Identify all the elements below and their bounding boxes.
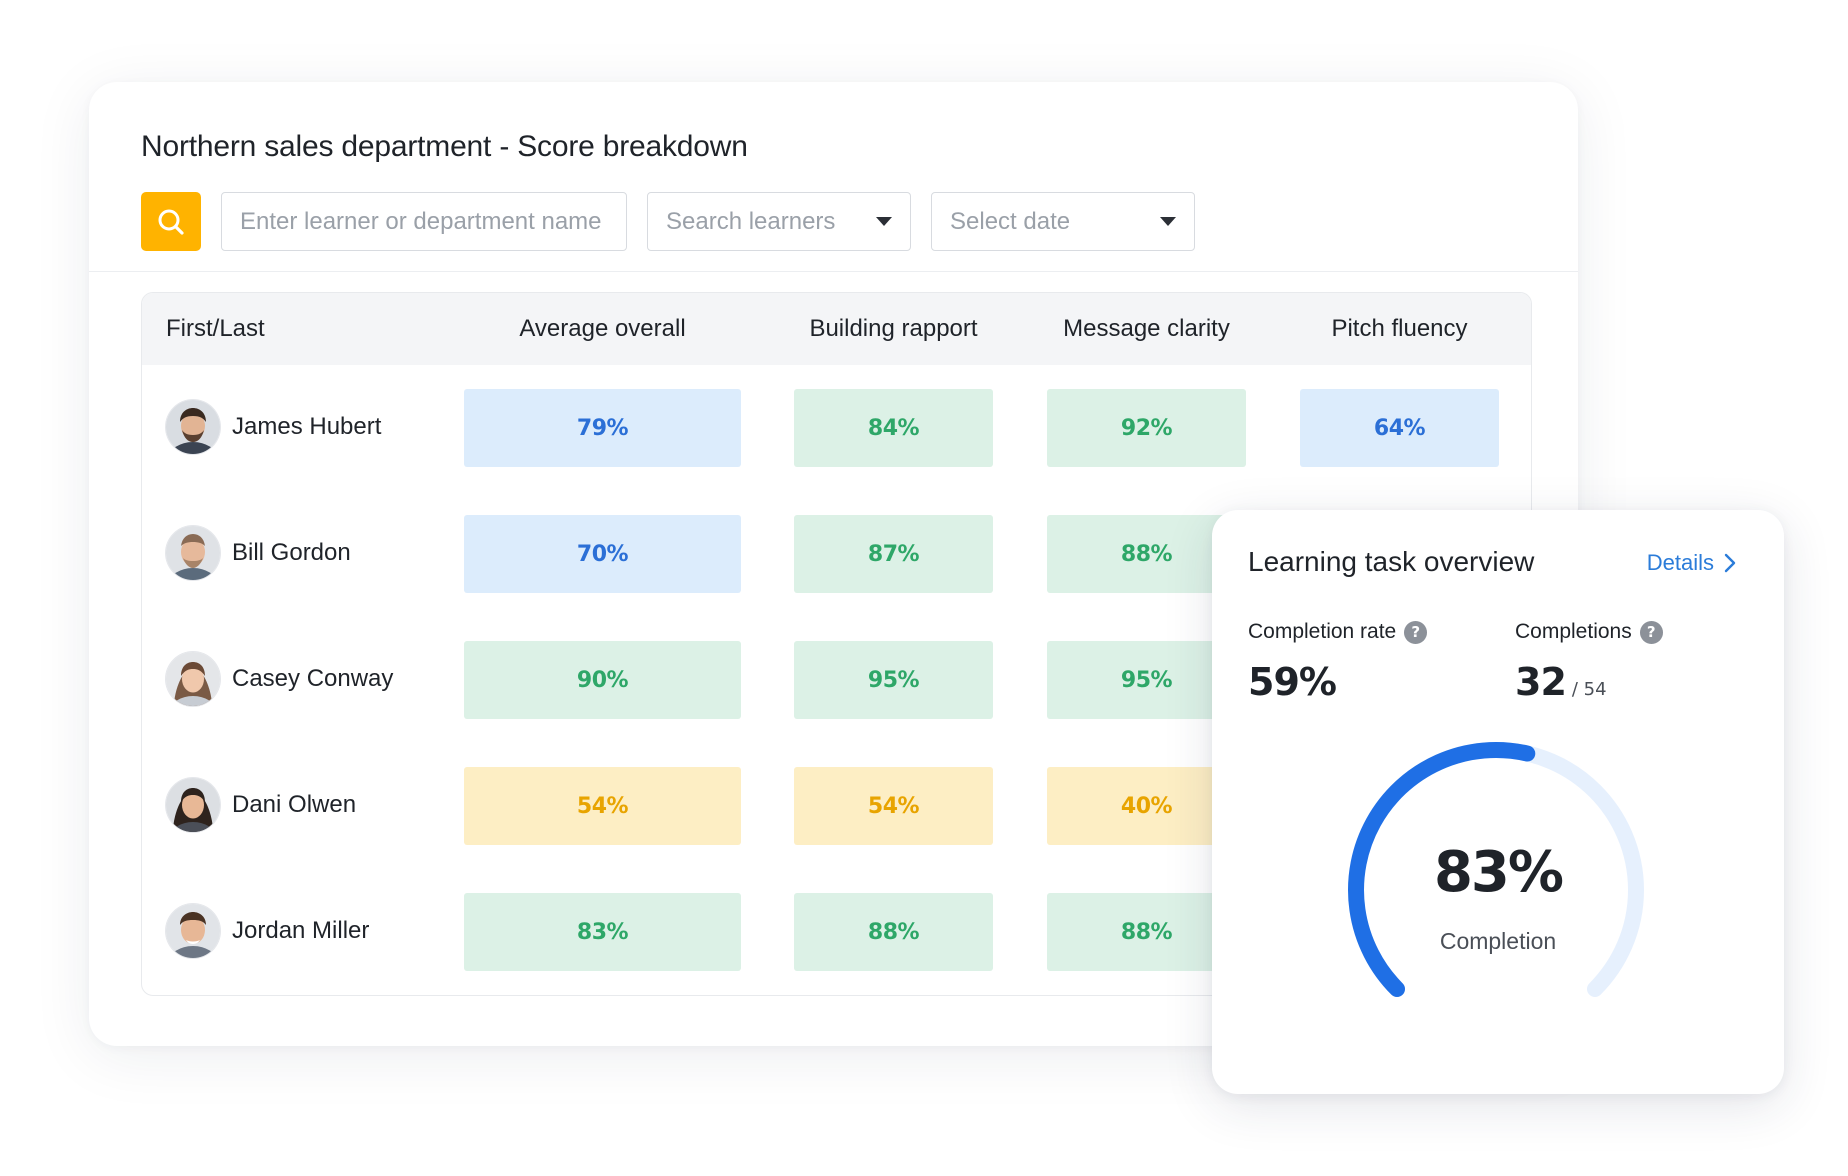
score-fluency: 64% [1300, 389, 1499, 467]
score-rapport: 84% [794, 389, 993, 467]
avatar [166, 652, 220, 706]
gauge-value: 83% [1433, 840, 1564, 905]
completion-rate-value: 59% [1248, 660, 1337, 704]
learner-select-placeholder: Search learners [666, 207, 836, 235]
learner-cell: Dani Olwen [166, 778, 356, 832]
column-header-clarity[interactable]: Message clarity [1047, 293, 1246, 365]
completions-value-group: 32/ 54 [1515, 660, 1607, 704]
help-icon[interactable]: ? [1404, 620, 1428, 644]
learner-cell: Casey Conway [166, 652, 393, 706]
learner-name[interactable]: Dani Olwen [232, 791, 356, 819]
search-button[interactable] [141, 192, 201, 251]
avatar [166, 400, 220, 454]
learner-cell: Bill Gordon [166, 526, 351, 580]
avatar [166, 526, 220, 580]
column-header-fluency[interactable]: Pitch fluency [1300, 293, 1499, 365]
completions-value: 32 [1515, 660, 1567, 704]
score-rapport: 88% [794, 893, 993, 971]
score-average: 54% [464, 767, 741, 845]
stage: Northern sales department - Score breakd… [0, 0, 1848, 1176]
learner-name[interactable]: Jordan Miller [232, 917, 369, 945]
column-header-rapport[interactable]: Building rapport [794, 293, 993, 365]
score-average: 83% [464, 893, 741, 971]
learner-cell: Jordan Miller [166, 904, 369, 958]
caret-down-icon [876, 217, 892, 226]
learner-department-input[interactable] [240, 207, 608, 236]
date-select[interactable]: Select date [931, 192, 1195, 251]
learner-name[interactable]: James Hubert [232, 413, 381, 441]
column-header-average[interactable]: Average overall [464, 293, 741, 365]
date-select-placeholder: Select date [950, 207, 1071, 235]
learner-cell: James Hubert [166, 400, 381, 454]
score-average: 90% [464, 641, 741, 719]
caret-down-icon [1160, 217, 1176, 226]
completions-text: Completions [1515, 620, 1632, 643]
details-link[interactable]: Details [1647, 550, 1736, 576]
help-icon[interactable]: ? [1639, 620, 1663, 644]
learner-department-field[interactable] [221, 192, 627, 251]
table-header: First/Last Average overall Building rapp… [142, 293, 1531, 365]
chevron-right-icon [1724, 553, 1736, 573]
column-header-name[interactable]: First/Last [166, 293, 265, 365]
score-clarity: 92% [1047, 389, 1246, 467]
completions-label: Completions ? [1515, 620, 1663, 644]
avatar [166, 904, 220, 958]
page-title: Northern sales department - Score breakd… [141, 130, 748, 163]
learning-task-overview-card: Learning task overview Details Completio… [1212, 510, 1784, 1094]
score-rapport: 95% [794, 641, 993, 719]
overview-title: Learning task overview [1248, 546, 1535, 577]
search-icon [158, 209, 184, 235]
learner-name[interactable]: Casey Conway [232, 665, 393, 693]
score-average: 79% [464, 389, 741, 467]
score-average: 70% [464, 515, 741, 593]
completion-rate-text: Completion rate [1248, 620, 1397, 643]
avatar [166, 778, 220, 832]
gauge-label: Completion [1439, 928, 1557, 954]
header-divider [89, 271, 1578, 272]
score-rapport: 54% [794, 767, 993, 845]
completions-total: / 54 [1571, 679, 1607, 700]
details-label: Details [1646, 550, 1714, 575]
table-row[interactable]: James Hubert 79% 84% 92% 64% [142, 365, 1531, 491]
learner-name[interactable]: Bill Gordon [232, 539, 351, 567]
completion-rate-label: Completion rate ? [1248, 620, 1428, 644]
score-rapport: 87% [794, 515, 993, 593]
learner-select[interactable]: Search learners [647, 192, 911, 251]
